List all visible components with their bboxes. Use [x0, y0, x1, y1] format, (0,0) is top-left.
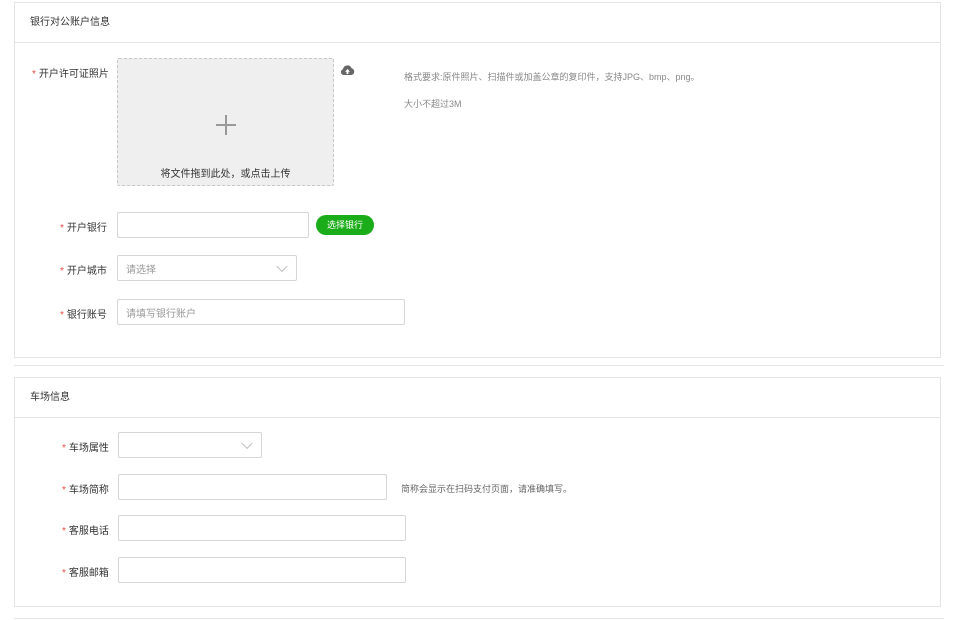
section-divider	[14, 365, 944, 366]
city-select-placeholder: 请选择	[126, 264, 156, 276]
bank-input[interactable]	[117, 212, 309, 238]
parking-attribute-select[interactable]	[118, 432, 262, 458]
chevron-down-icon	[241, 437, 253, 450]
select-bank-button[interactable]: 选择银行	[316, 215, 374, 235]
city-select[interactable]: 请选择	[117, 255, 297, 281]
account-label: * 银行账号	[60, 310, 107, 321]
parking-short-name-hint: 简称会显示在扫码支付页面，请准确填写。	[401, 484, 573, 494]
cloud-upload-icon[interactable]	[340, 64, 355, 76]
license-size-hint: 大小不超过3M	[404, 99, 462, 109]
service-email-label: * 客服邮箱	[62, 568, 109, 579]
service-phone-label: * 客服电话	[62, 526, 109, 537]
license-upload-area[interactable]: 将文件拖到此处，或点击上传	[117, 58, 334, 186]
chevron-down-icon	[276, 260, 288, 273]
city-label: * 开户城市	[60, 266, 107, 277]
required-mark: *	[32, 69, 36, 80]
parking-short-name-input[interactable]	[118, 474, 387, 500]
parking-info-panel-title: 车场信息	[15, 378, 940, 418]
parking-short-name-label: * 车场简称	[62, 485, 109, 496]
license-photo-label: * 开户许可证照片	[32, 69, 109, 80]
parking-attribute-label: * 车场属性	[62, 443, 109, 454]
upload-instruction: 将文件拖到此处，或点击上传	[160, 169, 291, 180]
bank-label: * 开户银行	[60, 223, 107, 234]
bank-account-panel-title: 银行对公账户信息	[15, 3, 940, 43]
license-format-hint: 格式要求:原件照片、扫描件或加盖公章的复印件，支持JPG、bmp、png。	[404, 72, 700, 82]
service-phone-input[interactable]	[118, 515, 406, 541]
account-input[interactable]: 请填写银行账户	[117, 299, 405, 325]
bottom-divider	[14, 618, 944, 619]
account-input-placeholder: 请填写银行账户	[126, 308, 196, 320]
service-email-input[interactable]	[118, 557, 406, 583]
